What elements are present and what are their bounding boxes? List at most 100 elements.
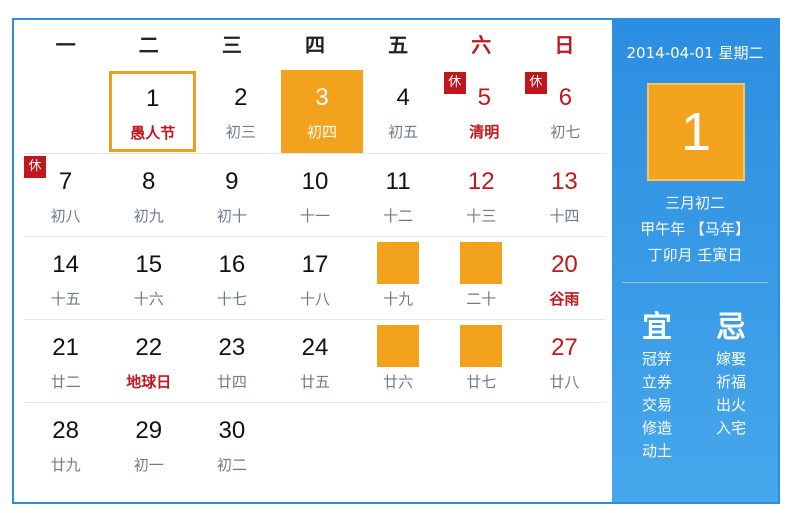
day-cell[interactable]: 20 谷雨 — [523, 237, 606, 320]
day-number: 1 — [146, 85, 160, 112]
ji-item: 嫁娶 — [716, 350, 747, 368]
lunar-day-label: 廿二 — [50, 373, 81, 391]
day-number: 12 — [467, 168, 495, 195]
lunar-day-label: 廿四 — [216, 373, 247, 391]
day-cell[interactable]: 27 廿八 — [523, 320, 606, 403]
day-cell[interactable]: 休 5 清明 — [443, 70, 525, 153]
day-cell — [523, 403, 606, 486]
day-cell[interactable]: 16 十七 — [190, 237, 273, 320]
day-cell — [24, 70, 105, 153]
day-number: 27 — [551, 334, 578, 361]
lunar-year: 甲午年 【马年】 — [640, 220, 750, 238]
marked-day-block — [459, 242, 502, 284]
lunar-day-label: 十二 — [383, 207, 414, 225]
lunar-day-label: 十六 — [133, 290, 164, 308]
day-cell[interactable]: 28 廿九 — [24, 403, 107, 486]
week-row: 28 廿九 29 初一 30 初二 — [24, 402, 606, 486]
day-detail-panel: 2014-04-01 星期二 1 三月初二 甲午年 【马年】 丁卯月 壬寅日 宜… — [612, 20, 778, 502]
weekday-label: 四 — [304, 33, 325, 57]
day-number: 17 — [301, 251, 329, 278]
week-row: 21 廿二 22 地球日 23 廿四 24 廿五 廿六 廿七 27 廿八 — [24, 319, 606, 403]
day-cell[interactable]: 8 初九 — [107, 154, 190, 237]
weekday-label: 五 — [388, 33, 409, 57]
lunar-day-label: 廿九 — [50, 456, 81, 474]
lunar-day-label: 初二 — [216, 456, 247, 474]
day-cell[interactable]: 十九 — [357, 237, 440, 320]
festival-label: 清明 — [469, 123, 500, 141]
week-row: 休 7 初八 8 初九 9 初十 10 十一 11 十二 12 十三 13 十四 — [24, 153, 606, 237]
marked-day-block — [376, 325, 419, 367]
festival-label: 愚人节 — [130, 124, 176, 142]
marked-day-block — [459, 325, 502, 367]
lunar-date: 三月初二 — [664, 194, 725, 212]
ji-item: 出火 — [716, 396, 747, 414]
day-number: 28 — [52, 417, 79, 444]
ji-list: 嫁娶 祈福 出火 入宅 — [716, 348, 746, 440]
day-number: 21 — [52, 334, 79, 361]
day-number: 4 — [396, 84, 410, 111]
day-cell[interactable]: 23 廿四 — [190, 320, 273, 403]
lunar-day-label: 十九 — [383, 290, 414, 308]
yi-list: 冠笄 立券 交易 修造 动土 — [642, 348, 672, 463]
day-cell[interactable]: 2 初三 — [200, 70, 281, 153]
day-cell-today[interactable]: 3 初四 — [281, 70, 363, 153]
day-cell[interactable]: 10 十一 — [273, 154, 356, 237]
month-grid: 一二三四五六日 1 愚人节 2 初三 3 初四 4 初五休 5 清明休 6 初七休 7 初八 8 初九 9 初十 1… — [14, 20, 614, 502]
day-cell[interactable]: 17 十八 — [273, 237, 356, 320]
day-number: 29 — [135, 417, 163, 444]
lunar-day-label: 廿六 — [383, 373, 414, 391]
lunar-day-label: 初五 — [388, 123, 419, 141]
day-cell[interactable]: 12 十三 — [440, 154, 523, 237]
day-cell[interactable]: 4 初五 — [363, 70, 444, 153]
day-cell[interactable]: 30 初二 — [190, 403, 273, 486]
yi-item: 动土 — [642, 442, 673, 460]
day-cell[interactable]: 22 地球日 — [107, 320, 190, 403]
festival-label: 谷雨 — [549, 290, 580, 308]
week-row: 14 十五 15 十六 16 十七 17 十八 十九 二十 20 谷雨 — [24, 236, 606, 320]
yi-item: 冠笄 — [642, 350, 673, 368]
day-number: 8 — [142, 168, 156, 195]
ji-item: 入宅 — [716, 419, 747, 437]
weekday-label: 六 — [471, 33, 492, 57]
day-cell[interactable]: 14 十五 — [24, 237, 107, 320]
day-cell[interactable]: 21 廿二 — [24, 320, 107, 403]
day-cell[interactable]: 29 初一 — [107, 403, 190, 486]
day-number: 5 — [477, 84, 491, 111]
day-cell[interactable]: 休 6 初七 — [524, 70, 606, 153]
day-cell[interactable]: 二十 — [440, 237, 523, 320]
ji-item: 祈福 — [716, 373, 747, 391]
day-cell-selected[interactable]: 1 愚人节 — [109, 71, 197, 152]
day-cell[interactable]: 9 初十 — [190, 154, 273, 237]
day-cell — [273, 403, 356, 486]
day-cell[interactable]: 11 十二 — [357, 154, 440, 237]
day-cell[interactable]: 24 廿五 — [273, 320, 356, 403]
day-number: 9 — [225, 168, 239, 195]
day-cell — [440, 403, 523, 486]
lunar-day-label: 十一 — [299, 207, 330, 225]
lunar-day-label: 廿五 — [299, 373, 330, 391]
lunar-day-label: 廿七 — [466, 373, 497, 391]
divider — [622, 282, 768, 283]
day-number: 6 — [558, 84, 573, 111]
lunar-day-label: 十四 — [549, 207, 580, 225]
yi-item: 修造 — [642, 419, 673, 437]
lunar-day-label: 二十 — [466, 290, 497, 308]
day-number: 13 — [551, 168, 578, 195]
lunar-day-label: 初一 — [133, 456, 164, 474]
lunar-day-label: 初三 — [225, 123, 256, 141]
day-cell[interactable]: 廿七 — [440, 320, 523, 403]
weekday-label: 日 — [554, 33, 575, 57]
day-cell[interactable]: 15 十六 — [107, 237, 190, 320]
day-number: 7 — [58, 168, 73, 195]
lunar-day-label: 十五 — [50, 290, 81, 308]
day-cell[interactable]: 休 7 初八 — [24, 154, 107, 237]
day-number: 11 — [385, 168, 411, 195]
day-number: 20 — [551, 251, 578, 278]
day-cell[interactable]: 廿六 — [357, 320, 440, 403]
yi-item: 交易 — [642, 396, 673, 414]
day-cell[interactable]: 13 十四 — [523, 154, 606, 237]
big-day-number: 1 — [647, 83, 745, 181]
yi-heading: 宜 — [642, 310, 672, 345]
festival-label: 地球日 — [126, 373, 172, 391]
calendar-widget: 一二三四五六日 1 愚人节 2 初三 3 初四 4 初五休 5 清明休 6 初七休 7 初八 8 初九 9 初十 1… — [12, 18, 780, 504]
